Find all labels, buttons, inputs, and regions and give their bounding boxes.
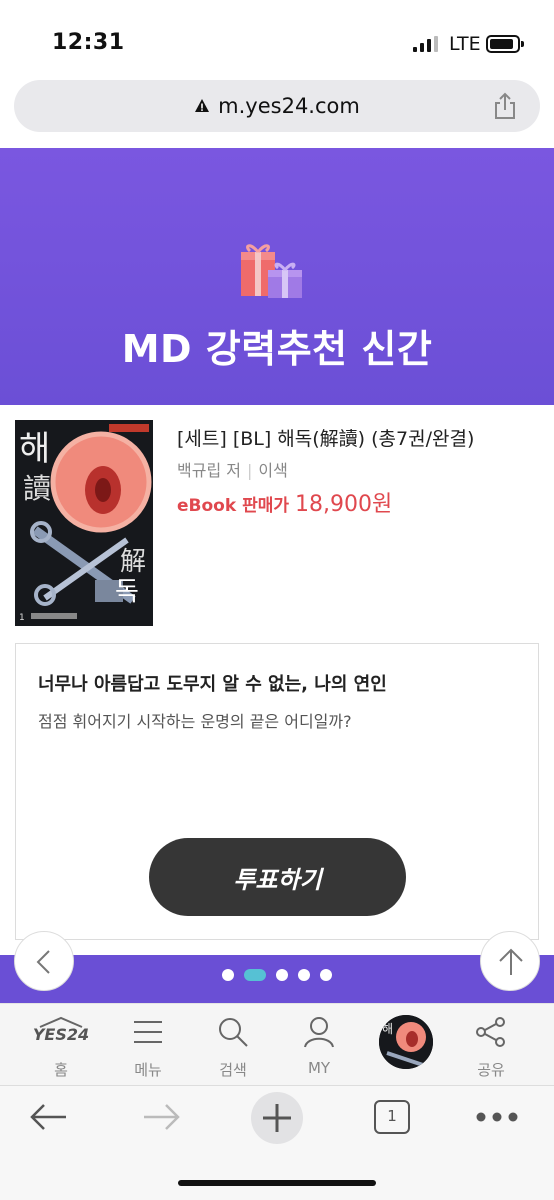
product-title[interactable]: [세트] [BL] 해독(解讀) (총7권/완결) xyxy=(177,424,474,451)
product-author[interactable]: 백규립 저 xyxy=(177,461,241,480)
carousel-dot[interactable] xyxy=(222,969,234,981)
home-indicator xyxy=(178,1180,376,1186)
card-subtext: 점점 휘어지기 시작하는 운명의 끝은 어디일까? xyxy=(38,712,352,731)
product-meta: 백규립 저 | 이색 xyxy=(177,457,288,481)
carousel-dot[interactable] xyxy=(276,969,288,981)
carousel-dot[interactable] xyxy=(320,969,332,981)
arrow-up-icon xyxy=(499,948,523,975)
back-arrow-icon[interactable] xyxy=(28,1102,68,1132)
menu-icon xyxy=(134,1021,162,1043)
price-value: 18,900원 xyxy=(295,492,393,517)
signal-icon xyxy=(413,36,439,52)
nav-label: MY xyxy=(307,1059,331,1077)
nav-menu[interactable]: 메뉴 xyxy=(105,1004,191,1086)
previous-button[interactable] xyxy=(14,931,74,991)
battery-icon xyxy=(486,35,524,53)
home-icon xyxy=(39,1016,83,1028)
status-time: 12:31 xyxy=(52,30,125,55)
product-price-row: eBook 판매가 18,900원 xyxy=(177,486,392,518)
banner-title: MD 강력추천 신간 xyxy=(121,327,433,371)
nav-share[interactable]: 공유 xyxy=(448,1004,534,1086)
product-publisher[interactable]: 이색 xyxy=(258,461,287,480)
card-heading: 너무나 아름답고 도무지 알 수 없는, 나의 연인 xyxy=(38,674,387,695)
svg-text:讀: 讀 xyxy=(23,472,51,505)
meta-divider: | xyxy=(246,461,253,480)
svg-text:독: 독 xyxy=(115,577,139,607)
search-icon xyxy=(219,1018,248,1047)
chevron-left-icon xyxy=(36,950,50,974)
plus-icon xyxy=(263,1104,291,1132)
nav-label: 공유 xyxy=(477,1061,505,1079)
more-icon[interactable] xyxy=(476,1112,518,1122)
url-domain: m.yes24.com xyxy=(218,94,360,118)
tabs-button[interactable]: 1 xyxy=(374,1100,410,1134)
network-label: LTE xyxy=(449,33,481,55)
site-bottom-nav: YES24 홈 메뉴 검색 MY 공유 xyxy=(0,1003,554,1085)
vote-card: 너무나 아름답고 도무지 알 수 없는, 나의 연인 점점 휘어지기 시작하는 … xyxy=(15,643,539,940)
share-nodes-icon xyxy=(476,1017,505,1047)
address-bar[interactable]: m.yes24.com xyxy=(14,80,540,132)
nav-my[interactable]: MY xyxy=(276,1004,362,1086)
forward-arrow-icon[interactable] xyxy=(142,1102,182,1132)
svg-text:해: 해 xyxy=(19,429,50,469)
user-icon xyxy=(304,1017,334,1048)
status-bar: 12:31 LTE xyxy=(0,0,554,80)
svg-text:1: 1 xyxy=(19,613,25,623)
vote-button[interactable]: 투표하기 xyxy=(149,838,406,916)
nav-label: 홈 xyxy=(54,1061,68,1079)
nav-label: 메뉴 xyxy=(134,1061,162,1079)
nav-label: 검색 xyxy=(219,1061,247,1079)
recent-item-thumbnail[interactable]: 해 xyxy=(379,1015,433,1069)
share-icon[interactable] xyxy=(492,92,518,120)
carousel-dot-active[interactable] xyxy=(244,969,266,981)
carousel-strip xyxy=(0,955,554,1003)
price-label: eBook 판매가 xyxy=(177,496,289,516)
warning-icon xyxy=(195,99,210,112)
svg-text:解: 解 xyxy=(120,547,146,577)
gift-icon xyxy=(241,244,302,298)
nav-search[interactable]: 검색 xyxy=(190,1004,276,1086)
new-tab-button[interactable] xyxy=(251,1092,303,1144)
carousel-dot[interactable] xyxy=(298,969,310,981)
book-cover-image[interactable]: 해 讀 解 독 1 xyxy=(15,420,153,626)
nav-home[interactable]: YES24 홈 xyxy=(18,1004,104,1086)
scroll-top-button[interactable] xyxy=(480,931,540,991)
carousel-dots xyxy=(0,969,554,981)
